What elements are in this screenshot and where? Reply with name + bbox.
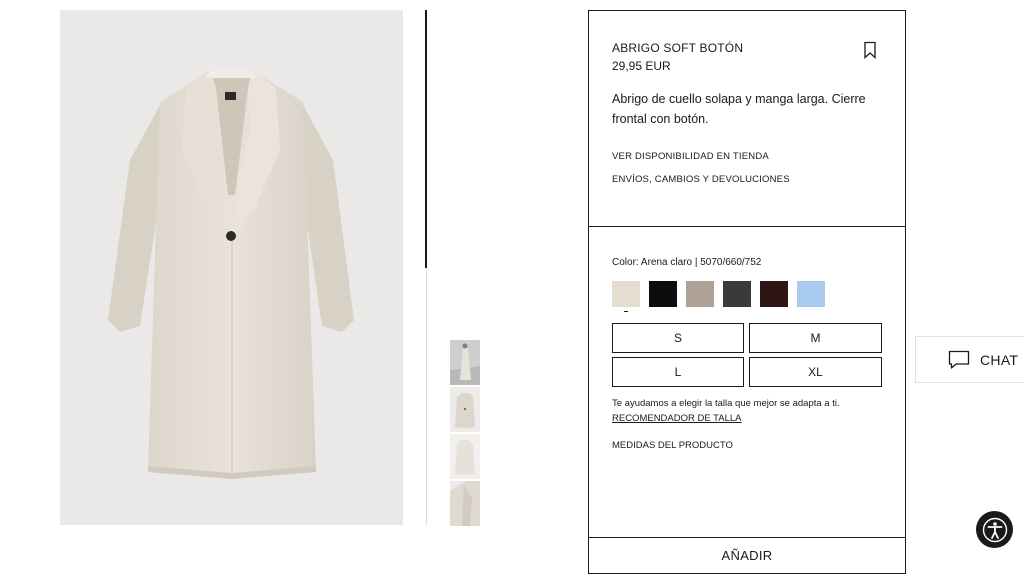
- gallery-scrollbar[interactable]: [425, 10, 427, 268]
- thumbnail-4[interactable]: [450, 481, 480, 526]
- product-measures-link[interactable]: MEDIDAS DEL PRODUCTO: [612, 440, 882, 451]
- gallery-scrollbar-track: [426, 268, 427, 525]
- product-info-panel: ABRIGO SOFT BOTÓN 29,95 EUR Abrigo de cu…: [588, 10, 906, 574]
- color-swatch-black[interactable]: [649, 281, 677, 307]
- color-swatches: [612, 281, 882, 312]
- add-to-cart-button[interactable]: AÑADIR: [589, 538, 905, 573]
- shipping-returns-link[interactable]: ENVÍOS, CAMBIOS Y DEVOLUCIONES: [612, 174, 882, 185]
- chat-label: CHAT: [980, 351, 1019, 368]
- product-price: 29,95 EUR: [612, 59, 671, 73]
- chat-bubble-icon: [948, 350, 970, 369]
- accessibility-icon: [982, 517, 1007, 542]
- thumbnail-3[interactable]: [450, 434, 480, 479]
- thumbnail-2[interactable]: [450, 387, 480, 432]
- size-recommender-link[interactable]: RECOMENDADOR DE TALLA: [612, 413, 882, 424]
- store-availability-link[interactable]: VER DISPONIBILIDAD EN TIENDA: [612, 151, 882, 162]
- accessibility-button[interactable]: [976, 511, 1013, 548]
- size-option-m[interactable]: M: [749, 323, 882, 353]
- product-options-section: Color: Arena claro | 5070/660/752 S M L …: [589, 227, 905, 538]
- product-details-section: ABRIGO SOFT BOTÓN 29,95 EUR Abrigo de cu…: [589, 11, 905, 227]
- bookmark-icon[interactable]: [863, 41, 877, 59]
- thumbnail-1[interactable]: [450, 340, 480, 385]
- size-option-s[interactable]: S: [612, 323, 744, 353]
- product-description: Abrigo de cuello solapa y manga larga. C…: [612, 92, 866, 126]
- chat-button[interactable]: CHAT: [915, 336, 1024, 383]
- color-swatch-burgundy[interactable]: [760, 281, 788, 307]
- thumbnail-list: [450, 340, 480, 528]
- size-help-text: Te ayudamos a elegir la talla que mejor …: [612, 398, 840, 409]
- product-main-image[interactable]: [60, 10, 403, 525]
- size-option-xl[interactable]: XL: [749, 357, 882, 387]
- color-label: Color: Arena claro | 5070/660/752: [612, 257, 762, 268]
- color-swatch-dark-grey[interactable]: [723, 281, 751, 307]
- color-swatch-arena[interactable]: [612, 281, 640, 312]
- size-selector: S M L XL: [612, 323, 882, 387]
- color-swatch-light-blue[interactable]: [797, 281, 825, 307]
- size-option-l[interactable]: L: [612, 357, 744, 387]
- color-swatch-taupe[interactable]: [686, 281, 714, 307]
- coat-illustration: [60, 10, 403, 525]
- product-title: ABRIGO SOFT BOTÓN: [612, 41, 744, 55]
